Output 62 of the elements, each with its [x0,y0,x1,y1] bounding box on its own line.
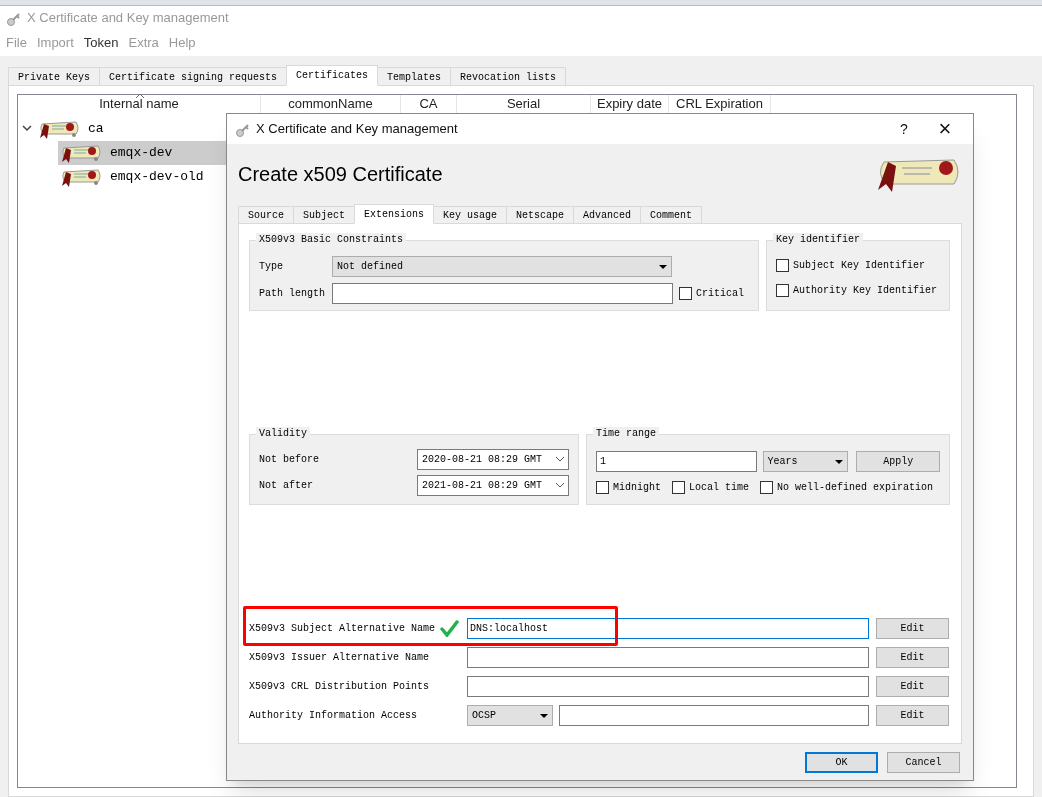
checkbox-label: No well-defined expiration [777,481,934,495]
menu-item[interactable]: Token [78,33,124,53]
checkbox[interactable] [776,284,789,297]
checkbox[interactable] [760,481,774,494]
input-field[interactable]: DNS:localhost [467,618,869,639]
amount-field[interactable]: 1 [596,451,757,472]
field-label: Path length [259,287,326,301]
tree-item-label: emqx-dev [110,144,173,163]
tab[interactable]: Comment [640,206,703,224]
key-icon [235,121,250,137]
dialog-button[interactable]: Cancel [887,752,960,773]
checkbox-label: Subject Key Identifier [793,259,926,273]
group-title: Key identifier [773,233,863,247]
tree-row[interactable]: emqx-dev-old [58,165,228,189]
method-dropdown[interactable]: OCSP [467,705,553,726]
edit-button[interactable]: Edit [876,647,949,668]
dropdown-arrow-icon [540,713,548,718]
tab[interactable]: Source [238,206,294,224]
field-label: X509v3 Issuer Alternative Name [249,651,430,665]
unit-dropdown[interactable]: Years [762,451,849,472]
checkbox[interactable] [679,287,692,300]
date-time-field[interactable]: 2020-08-21 08:29 GMT [417,449,569,470]
checkbox[interactable] [672,481,685,494]
path-length-field[interactable] [332,283,673,304]
edit-button[interactable]: Edit [876,705,949,726]
input-field[interactable] [467,647,869,668]
checkbox-label: Local time [689,481,750,495]
field-label: X509v3 CRL Distribution Points [249,680,430,694]
type-dropdown[interactable]: Not defined [332,256,672,277]
input-field[interactable] [467,676,869,697]
dropdown-arrow-icon [659,264,667,269]
tab[interactable]: Extensions [354,204,435,224]
tree-item-label: ca [88,120,104,139]
checkbox[interactable] [596,481,609,494]
close-button[interactable]: × [925,118,965,140]
group-title: Time range [593,427,659,441]
field-label: Not before [259,453,319,467]
field-label: Not after [259,479,313,493]
dialog-heading: Create x509 Certificate [238,162,443,187]
checkbox[interactable] [776,259,789,272]
apply-button[interactable]: Apply [856,451,940,472]
checkbox-label: Midnight [613,481,661,495]
checkbox-label: Critical [696,287,744,301]
field-label: X509v3 Subject Alternative Name [249,622,436,636]
dialog-button[interactable]: OK [805,752,878,773]
tree-item-label: emqx-dev-old [110,168,204,187]
edit-button[interactable]: Edit [876,676,949,697]
tree-row[interactable]: emqx-dev [58,141,228,165]
date-time-field[interactable]: 2021-08-21 08:29 GMT [417,475,569,496]
window-title: X Certificate and Key management [27,9,229,28]
input-field[interactable] [559,705,869,726]
key-icon [6,10,21,26]
tab[interactable]: Certificates [286,65,379,86]
group-title: Validity [256,427,310,441]
dialog-title: X Certificate and Key management [256,120,459,139]
dropdown-arrow-icon [835,459,844,464]
tree-row[interactable]: ca [22,117,228,141]
edit-button[interactable]: Edit [876,618,949,639]
help-button[interactable]: ? [889,118,919,140]
field-label: Authority Information Access [249,709,418,723]
checkbox-label: Authority Key Identifier [793,284,938,298]
field-label: Type [259,260,284,274]
